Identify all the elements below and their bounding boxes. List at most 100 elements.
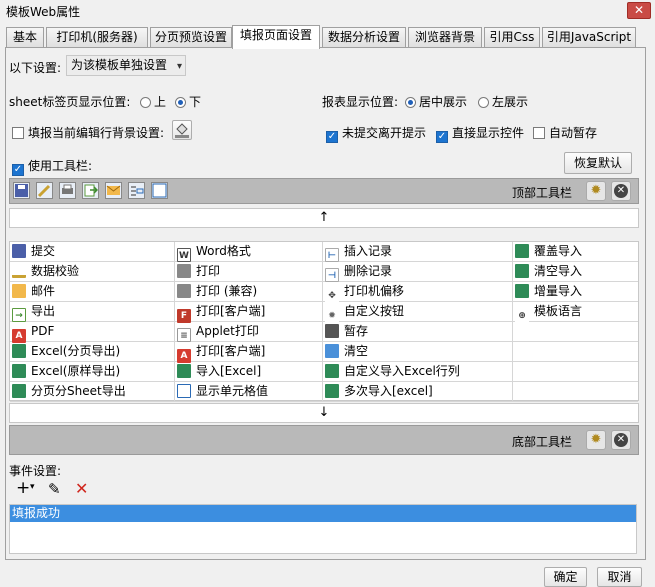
tab-browser-bg[interactable]: 浏览器背景 xyxy=(408,27,482,48)
grid-cell-clear[interactable]: 清空 xyxy=(323,342,513,362)
radio-icon xyxy=(140,97,151,108)
grid-cell-excel-original[interactable]: Excel(原样导出) xyxy=(10,362,175,382)
row-bg-checkbox[interactable]: 填报当前编辑行背景设置: xyxy=(12,124,164,141)
window-title: 模板Web属性 xyxy=(6,5,81,19)
grid-cell-excel-paged[interactable]: Excel(分页导出) xyxy=(10,342,175,362)
tab-javascript[interactable]: 引用JavaScript xyxy=(542,27,636,48)
grid-cell-word[interactable]: W Word格式 xyxy=(175,242,323,262)
pdf-icon: A xyxy=(12,329,26,343)
radio-icon xyxy=(405,97,416,108)
tab-page-preview[interactable]: 分页预览设置 xyxy=(150,27,232,48)
use-toolbar-checkbox[interactable]: ✓ 使用工具栏: xyxy=(12,157,92,176)
event-item[interactable]: 填报成功 xyxy=(10,505,636,522)
scope-select[interactable]: 为该模板单独设置 ▾ xyxy=(66,55,186,76)
checkbox-icon xyxy=(12,127,24,139)
export-icon[interactable] xyxy=(82,182,99,199)
tab-css[interactable]: 引用Css xyxy=(484,27,540,48)
print-icon[interactable] xyxy=(59,182,76,199)
grid-cell-export[interactable]: → 导出 xyxy=(10,302,175,322)
grid-cell-printer-offset[interactable]: ✥ 打印机偏移 xyxy=(323,282,513,303)
grid-cell-overwrite-import[interactable]: 覆盖导入 xyxy=(513,242,638,262)
grid-cell-clear-import[interactable]: 清空导入 xyxy=(513,262,638,282)
delete-record-icon: ⊣ xyxy=(325,268,339,282)
gear-icon[interactable]: ✹ xyxy=(586,430,606,450)
cell-label: 打印 (兼容) xyxy=(196,284,258,298)
grid-cell-submit[interactable]: 提交 xyxy=(10,242,175,262)
cell-label: PDF xyxy=(31,324,55,338)
delete-icon[interactable]: ✕ xyxy=(75,479,88,498)
print-icon xyxy=(177,264,191,278)
cell-label: 数据校验 xyxy=(31,264,80,278)
close-icon[interactable]: ✕ xyxy=(611,430,631,450)
mail-icon[interactable] xyxy=(105,182,122,199)
pdf-icon: A xyxy=(177,349,191,363)
show-cell-value-icon[interactable] xyxy=(151,182,168,199)
add-icon[interactable]: + xyxy=(16,478,30,498)
cancel-button[interactable]: 取消 xyxy=(597,567,642,587)
grid-cell-custom-button[interactable]: ✹ 自定义按钮 xyxy=(323,302,513,323)
save-icon[interactable] xyxy=(13,182,30,199)
grid-cell-temp-save[interactable]: 暂存 xyxy=(323,322,513,342)
insert-record-icon[interactable] xyxy=(128,182,145,199)
sheet-pos-bottom-radio[interactable]: 下 xyxy=(175,93,201,110)
radio-label: 居中展示 xyxy=(419,95,468,109)
arrow-up-icon: ↑ xyxy=(318,210,330,225)
top-toolbar-strip: 顶部工具栏 ✹ ✕ xyxy=(9,178,639,204)
grid-cell-validate[interactable]: 数据校验 xyxy=(10,262,175,282)
grid-cell-applet-print[interactable]: ≡ Applet打印 xyxy=(175,322,323,342)
cell-label: 删除记录 xyxy=(344,264,393,278)
radio-label: 上 xyxy=(154,95,167,109)
grid-cell-print-client-pdf[interactable]: A 打印[客户端] xyxy=(175,342,323,363)
paint-bucket-icon xyxy=(175,123,189,138)
grid-cell-incremental-import[interactable]: 增量导入 xyxy=(513,282,638,302)
tab-basic[interactable]: 基本 xyxy=(6,27,44,48)
radio-label: 左展示 xyxy=(492,95,529,109)
move-down-row[interactable]: ↓ xyxy=(9,403,639,423)
grid-cell-pdf[interactable]: A PDF xyxy=(10,322,175,343)
tab-fill-page[interactable]: 填报页面设置 xyxy=(232,25,320,49)
validate-icon[interactable] xyxy=(36,182,53,199)
grid-cell-print[interactable]: 打印 xyxy=(175,262,323,282)
report-pos-left-radio[interactable]: 左展示 xyxy=(478,93,528,110)
applet-icon: ≡ xyxy=(177,328,191,342)
grid-cell-empty xyxy=(513,322,638,342)
sheet-pos-top-radio[interactable]: 上 xyxy=(140,93,166,110)
chevron-down-icon[interactable]: ▾ xyxy=(30,482,35,492)
checkbox-label: 自动暂存 xyxy=(549,126,598,140)
grid-cell-insert-record[interactable]: ⊢ 插入记录 xyxy=(323,242,513,262)
restore-default-button[interactable]: 恢复默认 xyxy=(564,152,632,174)
grid-cell-multi-import[interactable]: 多次导入[excel] xyxy=(323,382,513,402)
grid-cell-template-language[interactable]: ⊕ 模板语言 xyxy=(513,302,638,323)
cell-label: Excel(分页导出) xyxy=(31,344,121,358)
checkbox-icon: ✓ xyxy=(326,131,338,143)
grid-cell-mail[interactable]: 邮件 xyxy=(10,282,175,302)
tab-data-analysis[interactable]: 数据分析设置 xyxy=(322,27,406,48)
grid-cell-show-cell-value[interactable]: 显示单元格值 xyxy=(175,382,323,402)
ok-button[interactable]: 确定 xyxy=(544,567,587,587)
close-button[interactable]: ✕ xyxy=(627,2,651,19)
event-list: 填报成功 xyxy=(9,504,637,554)
checkbox-icon: ✓ xyxy=(436,131,448,143)
edit-icon[interactable]: ✎ xyxy=(48,480,61,498)
unsubmitted-checkbox[interactable]: ✓ 未提交离开提示 xyxy=(326,124,426,143)
title-bar: 模板Web属性 ✕ xyxy=(0,0,655,22)
report-pos-center-radio[interactable]: 居中展示 xyxy=(405,93,467,110)
close-icon[interactable]: ✕ xyxy=(611,181,631,201)
paint-bucket-button[interactable] xyxy=(172,120,192,140)
grid-cell-import-excel[interactable]: 导入[Excel] xyxy=(175,362,323,382)
cell-label: 显示单元格值 xyxy=(196,384,269,398)
autosave-checkbox[interactable]: 自动暂存 xyxy=(533,124,597,141)
show-controls-checkbox[interactable]: ✓ 直接显示控件 xyxy=(436,124,524,143)
cell-label: 多次导入[excel] xyxy=(344,384,433,398)
tab-printer-server[interactable]: 打印机(服务器) xyxy=(46,27,148,48)
excel-icon xyxy=(12,364,26,378)
scope-label: 以下设置: xyxy=(9,61,62,75)
excel-icon xyxy=(515,284,529,298)
grid-cell-delete-record[interactable]: ⊣ 删除记录 xyxy=(323,262,513,282)
grid-cell-sheet-export[interactable]: 分页分Sheet导出 xyxy=(10,382,175,402)
move-up-row[interactable]: ↑ xyxy=(9,208,639,228)
grid-cell-print-client[interactable]: F 打印[客户端] xyxy=(175,302,323,323)
grid-cell-print-compat[interactable]: 打印 (兼容) xyxy=(175,282,323,302)
grid-cell-custom-import[interactable]: 自定义导入Excel行列 xyxy=(323,362,513,382)
gear-icon[interactable]: ✹ xyxy=(586,181,606,201)
